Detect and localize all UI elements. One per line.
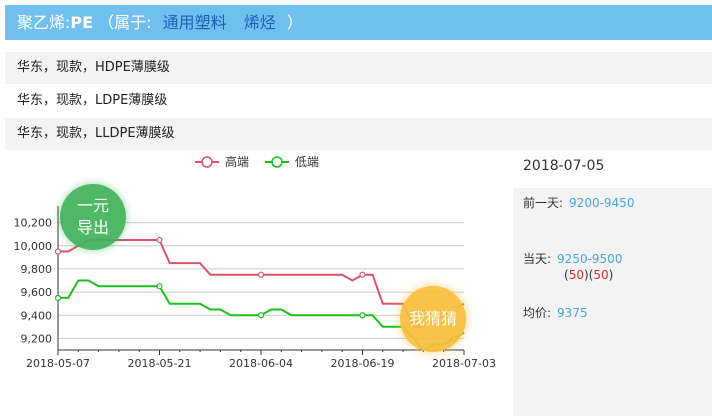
data-point xyxy=(257,312,265,319)
x-tick-label: 2018-07-03 xyxy=(432,357,496,370)
today-change: (50)(50) xyxy=(564,268,613,282)
belongs-suffix: ） xyxy=(286,13,303,32)
x-tick-label: 2018-06-19 xyxy=(331,357,395,370)
chart-legend: 高端 低端 xyxy=(195,154,319,169)
data-point xyxy=(257,271,265,278)
prev-day-label: 前一天: xyxy=(523,196,564,210)
legend-marker-0 xyxy=(201,156,213,168)
avg-value: 9375 xyxy=(557,306,588,320)
product-row-ldpe[interactable]: 华东，现款，LDPE薄膜级 xyxy=(5,85,712,117)
y-tick-label: 9,200 xyxy=(21,332,53,345)
page-header: 聚乙烯:PE （属于: 通用塑料 烯烃 ） xyxy=(5,5,712,40)
data-point xyxy=(54,248,62,255)
data-point xyxy=(54,294,62,301)
data-point xyxy=(156,236,163,244)
y-tick-label: 9,400 xyxy=(21,309,53,322)
y-tick-label: 9,600 xyxy=(21,286,53,299)
x-tick-label: 2018-05-21 xyxy=(128,357,192,370)
legend-label-1: 低端 xyxy=(295,155,319,169)
export-button-line2: 导出 xyxy=(76,218,109,237)
guess-button[interactable]: 我猜猜 xyxy=(400,286,466,352)
data-point xyxy=(156,283,163,290)
prev-day-value: 9200-9450 xyxy=(569,196,635,210)
change-mid-paren: )( xyxy=(583,268,594,282)
product-name: 聚乙烯: xyxy=(17,13,71,32)
legend-marker-1 xyxy=(271,156,283,168)
category-link-olefins[interactable]: 烯烃 xyxy=(244,13,276,32)
x-tick-label: 2018-06-04 xyxy=(229,357,293,370)
today-value: 9250-9500 xyxy=(557,252,623,266)
y-tick-label: 10,000 xyxy=(14,240,53,253)
x-tick-label: 2018-05-07 xyxy=(26,357,90,370)
price-chart: 9,200 9,400 9,600 9,800 10,000 10,200 2018-05-… xyxy=(14,154,496,370)
belongs-prefix: （属于: xyxy=(98,13,152,32)
change-high: 50 xyxy=(593,268,609,282)
change-low: 50 xyxy=(568,268,584,282)
prev-day-info: 前一天: 9200-9450 xyxy=(523,194,634,211)
data-point xyxy=(359,271,366,278)
change-close-paren: ) xyxy=(608,268,614,282)
product-code: PE xyxy=(70,13,94,32)
today-info: 当天: 9250-9500 xyxy=(523,250,622,267)
panel-date: 2018-07-05 xyxy=(523,158,605,174)
price-detail-panel xyxy=(513,188,712,416)
y-tick-label: 10,200 xyxy=(14,217,53,230)
avg-label: 均价: xyxy=(523,306,552,320)
today-label: 当天: xyxy=(523,252,552,266)
export-button[interactable]: 一元 导出 xyxy=(60,184,126,250)
export-button-line1: 一元 xyxy=(76,196,109,215)
category-link-general-plastics[interactable]: 通用塑料 xyxy=(163,13,227,32)
data-point xyxy=(359,312,366,319)
product-row-hdpe[interactable]: 华东，现款，HDPE薄膜级 xyxy=(5,52,712,84)
product-row-lldpe[interactable]: 华东，现款，LLDPE薄膜级 xyxy=(5,118,712,150)
avg-info: 均价: 9375 xyxy=(523,304,588,321)
legend-label-0: 高端 xyxy=(225,154,249,169)
y-tick-label: 9,800 xyxy=(21,263,53,276)
